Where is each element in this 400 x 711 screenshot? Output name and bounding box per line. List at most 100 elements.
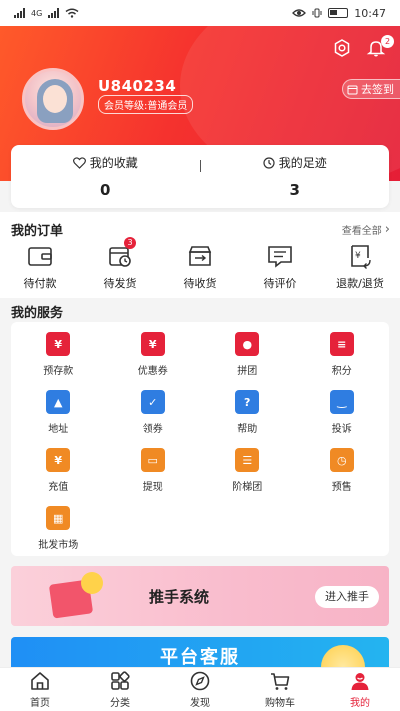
category-icon [111,671,130,690]
signin-label: 去签到 [361,83,394,96]
settings-gear-icon[interactable] [332,38,352,58]
service-label: 预存款 [43,366,74,377]
status-bar: 4G 10:47 [0,0,400,26]
calendar-check-icon: ✓ [140,390,165,414]
favorites-label: 我的收藏 [89,156,138,170]
tab-category[interactable]: 分类 [80,668,160,711]
service-label: 拼团 [237,366,258,377]
wallet-icon [28,247,52,266]
tab-profile[interactable]: 我的 [320,668,400,711]
location-icon: ▲ [46,390,71,414]
signal-icon [14,8,25,18]
points-icon: ≡ [329,332,354,356]
service-wholesale[interactable]: ▦ 批发市场 [11,506,106,564]
comment-icon [268,246,292,268]
promoter-title: 推手系统 [149,588,210,606]
service-label: 投诉 [331,424,352,435]
promoter-banner[interactable]: 推手系统 进入推手 [11,566,389,626]
favorites-count: 0 [100,181,111,199]
order-label: 退款/退货 [336,277,384,290]
service-label: 提现 [142,482,163,493]
order-label: 待付款 [23,277,57,290]
service-money-bag[interactable]: ¥ 预存款 [11,332,106,390]
service-location[interactable]: ▲ 地址 [11,390,106,448]
customer-service-title: 平台客服 [160,647,240,668]
alarm-clock-icon: ◷ [329,448,354,472]
chevron-right-icon: › [384,222,390,237]
tab-label: 分类 [110,698,130,709]
footprint-stat[interactable]: 我的足迹 3 [201,154,390,199]
services-title: 我的服务 [11,306,64,321]
battery-icon [328,8,349,18]
service-label: 预售 [331,482,352,493]
service-calendar-check[interactable]: ✓ 领券 [106,390,201,448]
bottom-tab-bar: 首页 分类 发现 购物车 我的 [0,667,400,711]
help-icon: ? [235,390,260,414]
recharge-icon: ¥ [46,448,71,472]
network-type: 4G [31,8,43,18]
order-pending-shipment[interactable]: 3 待发货 [85,237,155,291]
withdraw-icon: ▭ [140,448,165,472]
vibrate-icon [312,8,322,18]
coupon-icon: ¥ [140,332,165,356]
orders-section: 我的订单 查看全部 › 待付款 3 待发货 待收货 待评价 ¥ 退款/退货 [0,212,400,298]
compass-icon [190,671,210,691]
eye-icon [292,9,307,17]
service-group[interactable]: ● 拼团 [200,332,295,390]
service-coupon[interactable]: ¥ 优惠券 [106,332,201,390]
service-recharge[interactable]: ¥ 充值 [11,448,106,506]
service-complaint[interactable]: ‿ 投诉 [295,390,390,448]
heart-icon [72,156,86,169]
profile-icon [351,673,369,690]
tab-discover[interactable]: 发现 [160,668,240,711]
favorites-stat[interactable]: 我的收藏 0 [11,154,200,199]
footprint-count: 3 [289,181,300,199]
service-help[interactable]: ? 帮助 [200,390,295,448]
avatar[interactable] [22,68,84,130]
service-label: 领券 [142,424,163,435]
service-points[interactable]: ≡ 积分 [295,332,390,390]
coin-illustration [81,572,103,594]
notification-badge: 2 [381,35,394,48]
clock-time: 10:47 [354,6,386,20]
group-icon: ● [235,332,260,356]
order-pending-payment[interactable]: 待付款 [5,242,75,291]
service-label: 地址 [48,424,69,435]
footprint-label: 我的足迹 [278,156,327,170]
order-refund[interactable]: ¥ 退款/退货 [325,242,395,291]
refund-icon: ¥ [351,245,371,269]
view-all-label: 查看全部 [341,226,382,237]
service-label: 帮助 [237,424,258,435]
signal-icon-2 [48,8,60,18]
tab-cart[interactable]: 购物车 [240,668,320,711]
order-pending-receipt[interactable]: 待收货 [165,242,235,291]
username: U840234 [98,77,177,95]
order-label: 待收货 [183,277,217,290]
service-ladder-group[interactable]: ☰ 阶梯团 [200,448,295,506]
delivery-box-icon [188,246,212,266]
order-label: 待评价 [263,277,297,290]
orders-title: 我的订单 [11,224,64,239]
order-pending-review[interactable]: 待评价 [245,242,315,291]
home-icon [31,672,49,690]
order-count-badge: 3 [124,237,136,249]
service-label: 阶梯团 [232,482,263,493]
view-all-orders-link[interactable]: 查看全部 › [342,222,390,237]
service-label: 积分 [331,366,352,377]
tab-label: 首页 [30,698,50,709]
service-label: 批发市场 [38,540,79,551]
member-level-badge: 会员等级:普通会员 [98,95,194,114]
clock-icon [263,156,275,169]
wholesale-icon: ▦ [46,506,71,530]
order-label: 待发货 [103,277,137,290]
wifi-icon [65,8,79,18]
enter-promoter-button[interactable]: 进入推手 [315,586,379,608]
service-alarm-clock[interactable]: ◷ 预售 [295,448,390,506]
money-bag-icon: ¥ [46,332,71,356]
service-withdraw[interactable]: ▭ 提现 [106,448,201,506]
signin-button[interactable]: 去签到 [342,79,400,99]
tab-label: 我的 [350,698,370,709]
service-label: 优惠券 [137,366,168,377]
tab-label: 发现 [190,698,210,709]
tab-home[interactable]: 首页 [0,668,80,711]
